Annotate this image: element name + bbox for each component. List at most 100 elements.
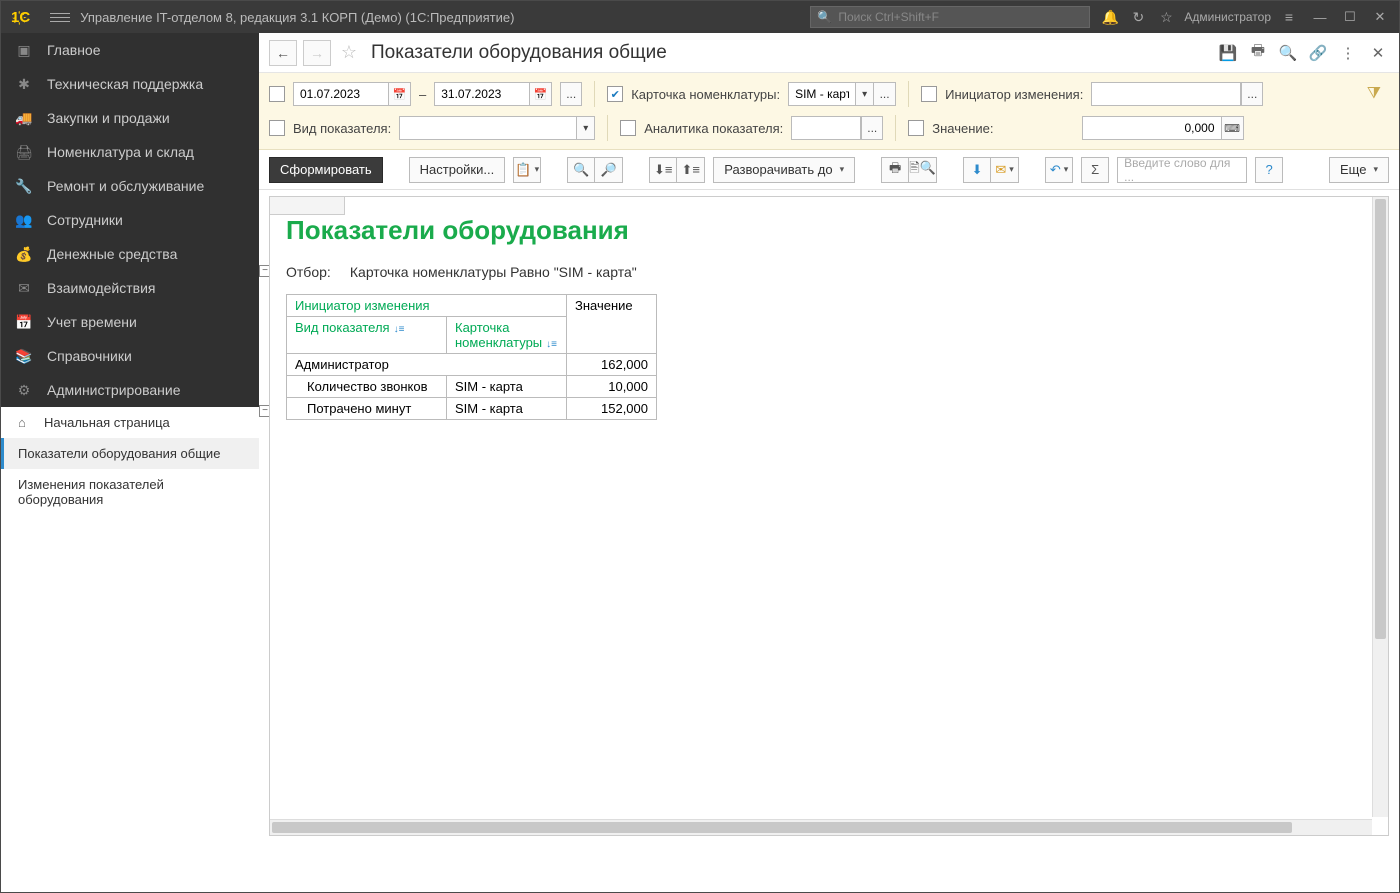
gear-icon: ⚙ [15, 382, 33, 399]
more-button[interactable]: Еще▾ [1329, 157, 1389, 183]
wrench-icon: 🔧 [15, 178, 33, 195]
subitem-indicator-changes[interactable]: Изменения показателей оборудования [1, 469, 259, 515]
expand-to-button[interactable]: Разворачивать до▾ [713, 157, 855, 183]
type-combo[interactable] [399, 116, 577, 140]
sidebar-item-money[interactable]: 💰Денежные средства [1, 237, 259, 271]
link-icon[interactable]: 🔗 [1307, 42, 1329, 64]
initiator-combo[interactable] [1091, 82, 1241, 106]
sidebar-item-support[interactable]: ✱Техническая поддержка [1, 67, 259, 101]
period-dots-button[interactable]: ... [560, 82, 582, 106]
printer-icon: 🖨 [15, 144, 33, 161]
initiator-checkbox[interactable] [921, 86, 937, 102]
print-button[interactable]: 🖶 [881, 157, 909, 183]
card-checkbox[interactable]: ✔ [607, 86, 623, 102]
sheet-corner [270, 197, 345, 215]
user-label[interactable]: Администратор [1184, 10, 1271, 24]
sort-icon: ↓≡ [394, 324, 405, 335]
window-maximize-button[interactable]: ☐ [1337, 7, 1363, 27]
users-icon: 👥 [15, 212, 33, 229]
value-checkbox[interactable] [908, 120, 924, 136]
nav-back-button[interactable]: ← [269, 40, 297, 66]
mail-icon: ✉ [15, 280, 33, 297]
page-title: Показатели оборудования общие [371, 42, 667, 64]
report-table: Инициатор изменения Значение Вид показат… [286, 294, 657, 420]
support-icon: ✱ [15, 76, 33, 93]
table-row[interactable]: Количество звонков SIM - карта 10,000 [287, 376, 657, 398]
calculator-icon[interactable]: ⌨ [1222, 116, 1244, 140]
history-icon[interactable]: ↻ [1128, 7, 1148, 27]
sidebar-item-admin[interactable]: ⚙Администрирование [1, 373, 259, 407]
card-combo[interactable] [788, 82, 856, 106]
sidebar-item-repair[interactable]: 🔧Ремонт и обслуживание [1, 169, 259, 203]
reset-button[interactable]: ↶▾ [1045, 157, 1073, 183]
zoom-out-button[interactable]: 🔎 [595, 157, 623, 183]
window-minimize-button[interactable]: — [1307, 7, 1333, 27]
help-button[interactable]: ? [1255, 157, 1283, 183]
print-icon[interactable]: 🖶 [1247, 42, 1269, 64]
home-icon: ▣ [15, 42, 33, 59]
content-header: ← → ☆ Показатели оборудования общие 💾 🖶 … [259, 33, 1399, 73]
save-icon[interactable]: 💾 [1217, 42, 1239, 64]
analytic-checkbox[interactable] [620, 120, 636, 136]
analytic-dots-button[interactable]: ... [861, 116, 883, 140]
analytic-combo[interactable] [791, 116, 861, 140]
bell-icon[interactable]: 🔔 [1100, 7, 1120, 27]
chevron-down-icon[interactable]: ▾ [577, 116, 595, 140]
global-search-input[interactable]: 🔍 Поиск Ctrl+Shift+F [810, 6, 1090, 28]
window-close-button[interactable]: ✕ [1367, 7, 1393, 27]
card-dots-button[interactable]: ... [874, 82, 896, 106]
calendar-icon[interactable]: 📅 [530, 82, 552, 106]
kebab-icon[interactable]: ⋮ [1337, 42, 1359, 64]
main-menu-button[interactable] [50, 7, 70, 27]
table-row[interactable]: Потрачено минут SIM - карта 152,000 [287, 398, 657, 420]
date-from-input[interactable] [293, 82, 389, 106]
settings-lines-icon[interactable]: ≡ [1279, 7, 1299, 27]
report-toolbar: Сформировать Настройки... 📋▾ 🔍🔎 ⬇≡⬆≡ Раз… [259, 150, 1399, 190]
subitem-start-page[interactable]: ⌂Начальная страница [1, 407, 259, 438]
star-icon[interactable]: ☆ [1156, 7, 1176, 27]
scrollbar-vertical[interactable] [1372, 197, 1388, 817]
calendar-icon[interactable]: 📅 [389, 82, 411, 106]
scrollbar-horizontal[interactable] [270, 819, 1372, 835]
print-preview-button[interactable]: 🖹🔍 [909, 157, 937, 183]
copy-settings-button[interactable]: 📋▾ [513, 157, 541, 183]
mail-button[interactable]: ✉▾ [991, 157, 1019, 183]
chevron-down-icon[interactable]: ▾ [856, 82, 874, 106]
sum-button[interactable]: Σ [1081, 157, 1109, 183]
initiator-dots-button[interactable]: ... [1241, 82, 1263, 106]
save-file-button[interactable]: ⬇ [963, 157, 991, 183]
nav-forward-button[interactable]: → [303, 40, 331, 66]
table-group-row[interactable]: Администратор 162,000 [287, 354, 657, 376]
date-to-input[interactable] [434, 82, 530, 106]
report-search-input[interactable]: Введите слово для ... [1117, 157, 1247, 183]
generate-button[interactable]: Сформировать [269, 157, 383, 183]
subitem-indicators-common[interactable]: Показатели оборудования общие [1, 438, 259, 469]
type-checkbox[interactable] [269, 120, 285, 136]
money-icon: 💰 [15, 246, 33, 263]
sidebar-item-interactions[interactable]: ✉Взаимодействия [1, 271, 259, 305]
sidebar-item-references[interactable]: 📚Справочники [1, 339, 259, 373]
close-icon[interactable]: ✕ [1367, 42, 1389, 64]
sidebar-item-stock[interactable]: 🖨Номенклатура и склад [1, 135, 259, 169]
sidebar: ▣Главное ✱Техническая поддержка 🚚Закупки… [1, 33, 259, 892]
col-type: Вид показателя↓≡ [287, 317, 447, 354]
sidebar-item-time[interactable]: 📅Учет времени [1, 305, 259, 339]
report-area: − − Показатели оборудования Отбор: Карто… [259, 190, 1399, 892]
search-icon: 🔍 [817, 10, 832, 24]
preview-icon[interactable]: 🔍 [1277, 42, 1299, 64]
filter-panel: 📅 – 📅 ... ✔ Карточка номенклатуры: ▾... [259, 73, 1399, 150]
house-icon: ⌂ [18, 415, 34, 430]
sidebar-item-employees[interactable]: 👥Сотрудники [1, 203, 259, 237]
zoom-in-button[interactable]: 🔍 [567, 157, 595, 183]
settings-button[interactable]: Настройки... [409, 157, 506, 183]
sidebar-item-main[interactable]: ▣Главное [1, 33, 259, 67]
expand-button[interactable]: ⬆≡ [677, 157, 705, 183]
sidebar-item-trade[interactable]: 🚚Закупки и продажи [1, 101, 259, 135]
app-logo: 1҉С [7, 9, 34, 26]
favorite-toggle[interactable]: ☆ [337, 42, 361, 63]
value-input[interactable] [1082, 116, 1222, 140]
collapse-button[interactable]: ⬇≡ [649, 157, 677, 183]
funnel-icon[interactable]: ⧩ [1367, 85, 1389, 103]
report-title: Показатели оборудования [286, 215, 1372, 246]
period-checkbox[interactable] [269, 86, 285, 102]
